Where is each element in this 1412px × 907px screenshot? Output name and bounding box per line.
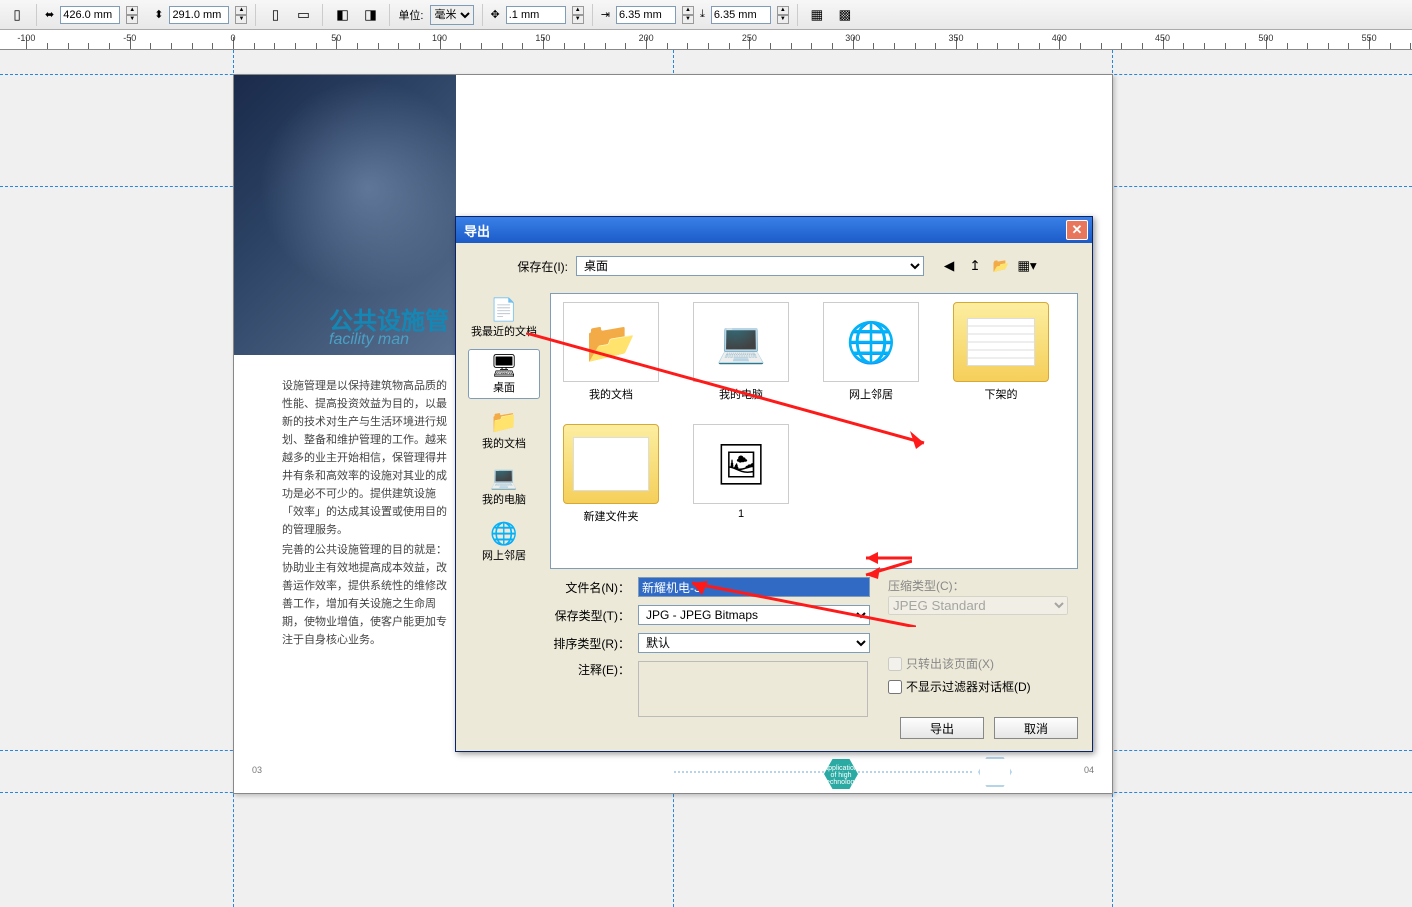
file-label: 下架的 [949, 386, 1053, 402]
page-width-icon: ⬌ [45, 8, 54, 21]
nudge-spinner[interactable]: ▲▼ [572, 6, 584, 24]
close-icon[interactable]: ✕ [1066, 220, 1088, 240]
file-thumb [563, 424, 659, 504]
file-label: 新建文件夹 [559, 508, 663, 524]
place-label: 我的电脑 [482, 491, 526, 507]
place-icon: 🖥 [490, 353, 518, 379]
place-label: 桌面 [493, 379, 515, 395]
dup-x-icon: ⇥ [601, 8, 610, 21]
horizontal-ruler: -100-50050100150200250300350400450500550 [0, 30, 1412, 50]
places-item[interactable]: 📄我最近的文档 [468, 293, 540, 343]
file-thumb [953, 302, 1049, 382]
height-spinner[interactable]: ▲▼ [235, 6, 247, 24]
place-icon: 📁 [490, 409, 517, 435]
places-item[interactable]: 🖥桌面 [468, 349, 540, 399]
place-icon: 📄 [490, 297, 517, 323]
file-list-pane[interactable]: 📂我的文档💻我的电脑🌐网上邻居下架的新建文件夹🖼1 [550, 293, 1078, 569]
file-thumb: 🌐 [823, 302, 919, 382]
page-subtitle: facility man [329, 331, 409, 349]
dotted-divider [674, 771, 972, 773]
up-icon[interactable]: ↥ [964, 255, 986, 277]
sorttype-select[interactable]: 默认 [638, 633, 870, 653]
file-thumb: 💻 [693, 302, 789, 382]
places-item[interactable]: 📁我的文档 [468, 405, 540, 455]
property-bar: ▯ ⬌ ▲▼ ⬍ ▲▼ ▯ ▭ ◧ ◨ 单位: 毫米 ✥ ▲▼ ⇥ ▲▼ ⤓ ▲… [0, 0, 1412, 30]
nudge-field[interactable] [506, 6, 566, 24]
pages-button-2[interactable]: ◨ [359, 4, 381, 26]
canvas-area[interactable]: 公共设施管 facility man 设施管理是以保持建筑物高品质的性能、提高投… [0, 50, 1412, 907]
pages-button-1[interactable]: ◧ [331, 4, 353, 26]
dialog-title: 导出 [464, 221, 1066, 240]
back-icon[interactable]: ◀ [938, 255, 960, 277]
places-bar: 📄我最近的文档 🖥桌面 📁我的文档 💻我的电脑 🌐网上邻居 [466, 293, 542, 567]
places-item[interactable]: 💻我的电脑 [468, 461, 540, 511]
new-folder-icon[interactable]: 📂 [990, 255, 1012, 277]
save-in-select[interactable]: 桌面 [576, 256, 924, 276]
export-button[interactable]: 导出 [900, 717, 984, 739]
file-label: 我的文档 [559, 386, 663, 402]
only-page-label: 只转出该页面(X) [906, 655, 994, 672]
portrait-button[interactable]: ▯ [264, 4, 286, 26]
dup-x-field[interactable] [616, 6, 676, 24]
nudge-icon: ✥ [491, 8, 500, 21]
dupy-spinner[interactable]: ▲▼ [777, 6, 789, 24]
file-item[interactable]: 🖼1 [689, 424, 793, 524]
dialog-titlebar[interactable]: 导出 ✕ [456, 217, 1092, 243]
snap-button-2[interactable]: ▩ [834, 4, 856, 26]
no-filter-checkbox[interactable] [888, 680, 902, 694]
file-thumb: 📂 [563, 302, 659, 382]
filename-field[interactable] [638, 577, 870, 597]
hex-outline [978, 757, 1012, 787]
savetype-label: 保存类型(T)： [550, 607, 630, 624]
compress-label: 压缩类型(C)： [888, 577, 1078, 594]
view-mode-icon[interactable]: ▦▾ [1016, 255, 1038, 277]
filename-label: 文件名(N)： [550, 579, 630, 596]
savetype-select[interactable]: JPG - JPEG Bitmaps [638, 605, 870, 625]
place-label: 我的文档 [482, 435, 526, 451]
file-label: 网上邻居 [819, 386, 923, 402]
landscape-button[interactable]: ▭ [292, 4, 314, 26]
unit-select[interactable]: 毫米 [430, 5, 474, 25]
orientation-portrait-icon[interactable]: ▯ [6, 4, 28, 26]
dup-y-field[interactable] [711, 6, 771, 24]
notes-field[interactable] [638, 661, 868, 717]
export-dialog: 导出 ✕ 保存在(I): 桌面 ◀ ↥ 📂 ▦▾ 📄我最近的文档🖥桌面📁我的文档… [455, 216, 1093, 752]
body-paragraph-2: 完善的公共设施管理的目的就是：协助业主有效地提高成本效益，改善运作效率，提供系统… [282, 541, 457, 649]
place-label: 我最近的文档 [471, 323, 537, 339]
compress-select: JPEG Standard [888, 596, 1068, 615]
file-item[interactable]: 下架的 [949, 302, 1053, 402]
dup-y-icon: ⤓ [700, 8, 705, 21]
hex-badge: application of high technology [824, 759, 858, 789]
save-in-label: 保存在(I): [498, 258, 568, 275]
file-thumb: 🖼 [693, 424, 789, 504]
body-paragraph-1: 设施管理是以保持建筑物高品质的性能、提高投资效益为目的，以最新的技术对生产与生活… [282, 377, 457, 539]
page-number-right: 04 [1084, 765, 1094, 775]
page-height-icon: ⬍ [154, 8, 163, 21]
only-page-checkbox [888, 657, 902, 671]
file-item[interactable]: 新建文件夹 [559, 424, 663, 524]
notes-label: 注释(E)： [550, 661, 630, 678]
file-label: 我的电脑 [689, 386, 793, 402]
place-icon: 💻 [490, 465, 517, 491]
cancel-button[interactable]: 取消 [994, 717, 1078, 739]
snap-button-1[interactable]: ▦ [806, 4, 828, 26]
dupx-spinner[interactable]: ▲▼ [682, 6, 694, 24]
no-filter-label: 不显示过滤器对话框(D) [906, 678, 1031, 695]
place-icon: 🌐 [490, 521, 517, 547]
file-item[interactable]: 📂 我的文档 [559, 302, 663, 402]
file-item[interactable]: 💻 我的电脑 [689, 302, 793, 402]
place-label: 网上邻居 [482, 547, 526, 563]
file-item[interactable]: 🌐 网上邻居 [819, 302, 923, 402]
places-item[interactable]: 🌐网上邻居 [468, 517, 540, 567]
page-number-left: 03 [252, 765, 262, 775]
page-width-field[interactable] [60, 6, 120, 24]
sorttype-label: 排序类型(R)： [550, 635, 630, 652]
file-label: 1 [689, 508, 793, 520]
width-spinner[interactable]: ▲▼ [126, 6, 138, 24]
page-height-field[interactable] [169, 6, 229, 24]
unit-label: 单位: [398, 7, 423, 23]
